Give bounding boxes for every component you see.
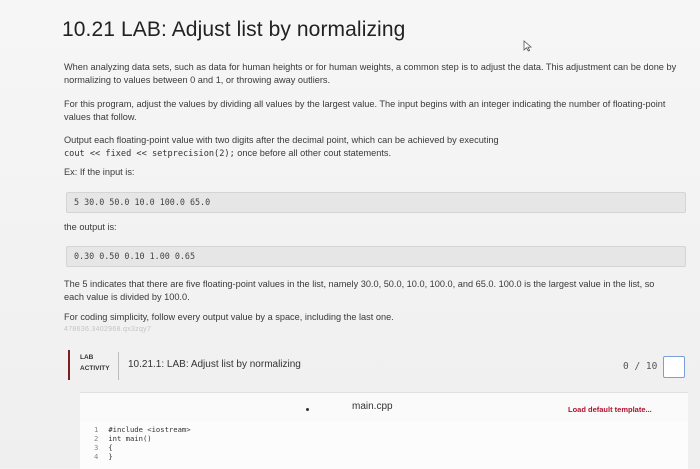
bullet-dot-icon — [306, 408, 309, 411]
completion-checkbox[interactable] — [663, 356, 685, 378]
code-line: 1 #include <iostream> — [94, 425, 191, 434]
score-text: 0 / 10 — [623, 361, 658, 372]
program-paragraph: For this program, adjust the values by d… — [64, 99, 666, 122]
output-format-paragraph: Output each floating-point value with tw… — [64, 134, 624, 160]
example-label: Ex: If the input is: — [64, 167, 135, 177]
lab-activity-header: LAB ACTIVITY 10.21.1: LAB: Adjust list b… — [60, 344, 688, 388]
page-title: 10.21 LAB: Adjust list by normalizing — [62, 18, 406, 41]
code-line: 3 { — [94, 443, 113, 452]
inline-code: cout << fixed << setprecision(2); — [64, 148, 235, 159]
badge-line-2: ACTIVITY — [80, 365, 110, 372]
output-format-text: Output each floating-point value with tw… — [64, 135, 499, 145]
explanation-paragraph: The 5 indicates that there are five floa… — [64, 279, 655, 302]
code-input-area[interactable]: 1 #include <iostream> 2 int main() 3 { 4… — [80, 421, 688, 469]
output-format-text-end: once before all other cout statements. — [234, 147, 392, 158]
lab-activity-title: 10.21.1: LAB: Adjust list by normalizing — [128, 359, 301, 370]
example-output-box: 0.30 0.50 0.10 1.00 0.65 — [66, 246, 686, 267]
code-editor-panel: main.cpp Load default template... 1 #inc… — [80, 392, 688, 469]
code-line: 4 } — [94, 452, 113, 461]
lab-activity-badge: LAB ACTIVITY — [68, 350, 112, 380]
load-default-template-link[interactable]: Load default template... — [568, 405, 652, 414]
simplicity-paragraph: For coding simplicity, follow every outp… — [64, 312, 394, 322]
badge-line-1: LAB — [80, 354, 94, 361]
activity-id-text: 478636.3402968.qx3zqy7 — [64, 326, 152, 333]
code-line: 2 int main() — [94, 434, 152, 443]
example-input-text: 5 30.0 50.0 10.0 100.0 65.0 — [74, 197, 211, 207]
example-input-box: 5 30.0 50.0 10.0 100.0 65.0 — [66, 192, 686, 213]
file-name: main.cpp — [352, 401, 393, 412]
intro-paragraph: When analyzing data sets, such as data f… — [64, 62, 677, 85]
output-label: the output is: — [64, 222, 117, 232]
header-divider — [118, 352, 119, 380]
mouse-cursor-icon — [523, 40, 533, 52]
example-output-text: 0.30 0.50 0.10 1.00 0.65 — [74, 251, 196, 261]
lab-page: 10.21 LAB: Adjust list by normalizing Wh… — [0, 0, 700, 469]
